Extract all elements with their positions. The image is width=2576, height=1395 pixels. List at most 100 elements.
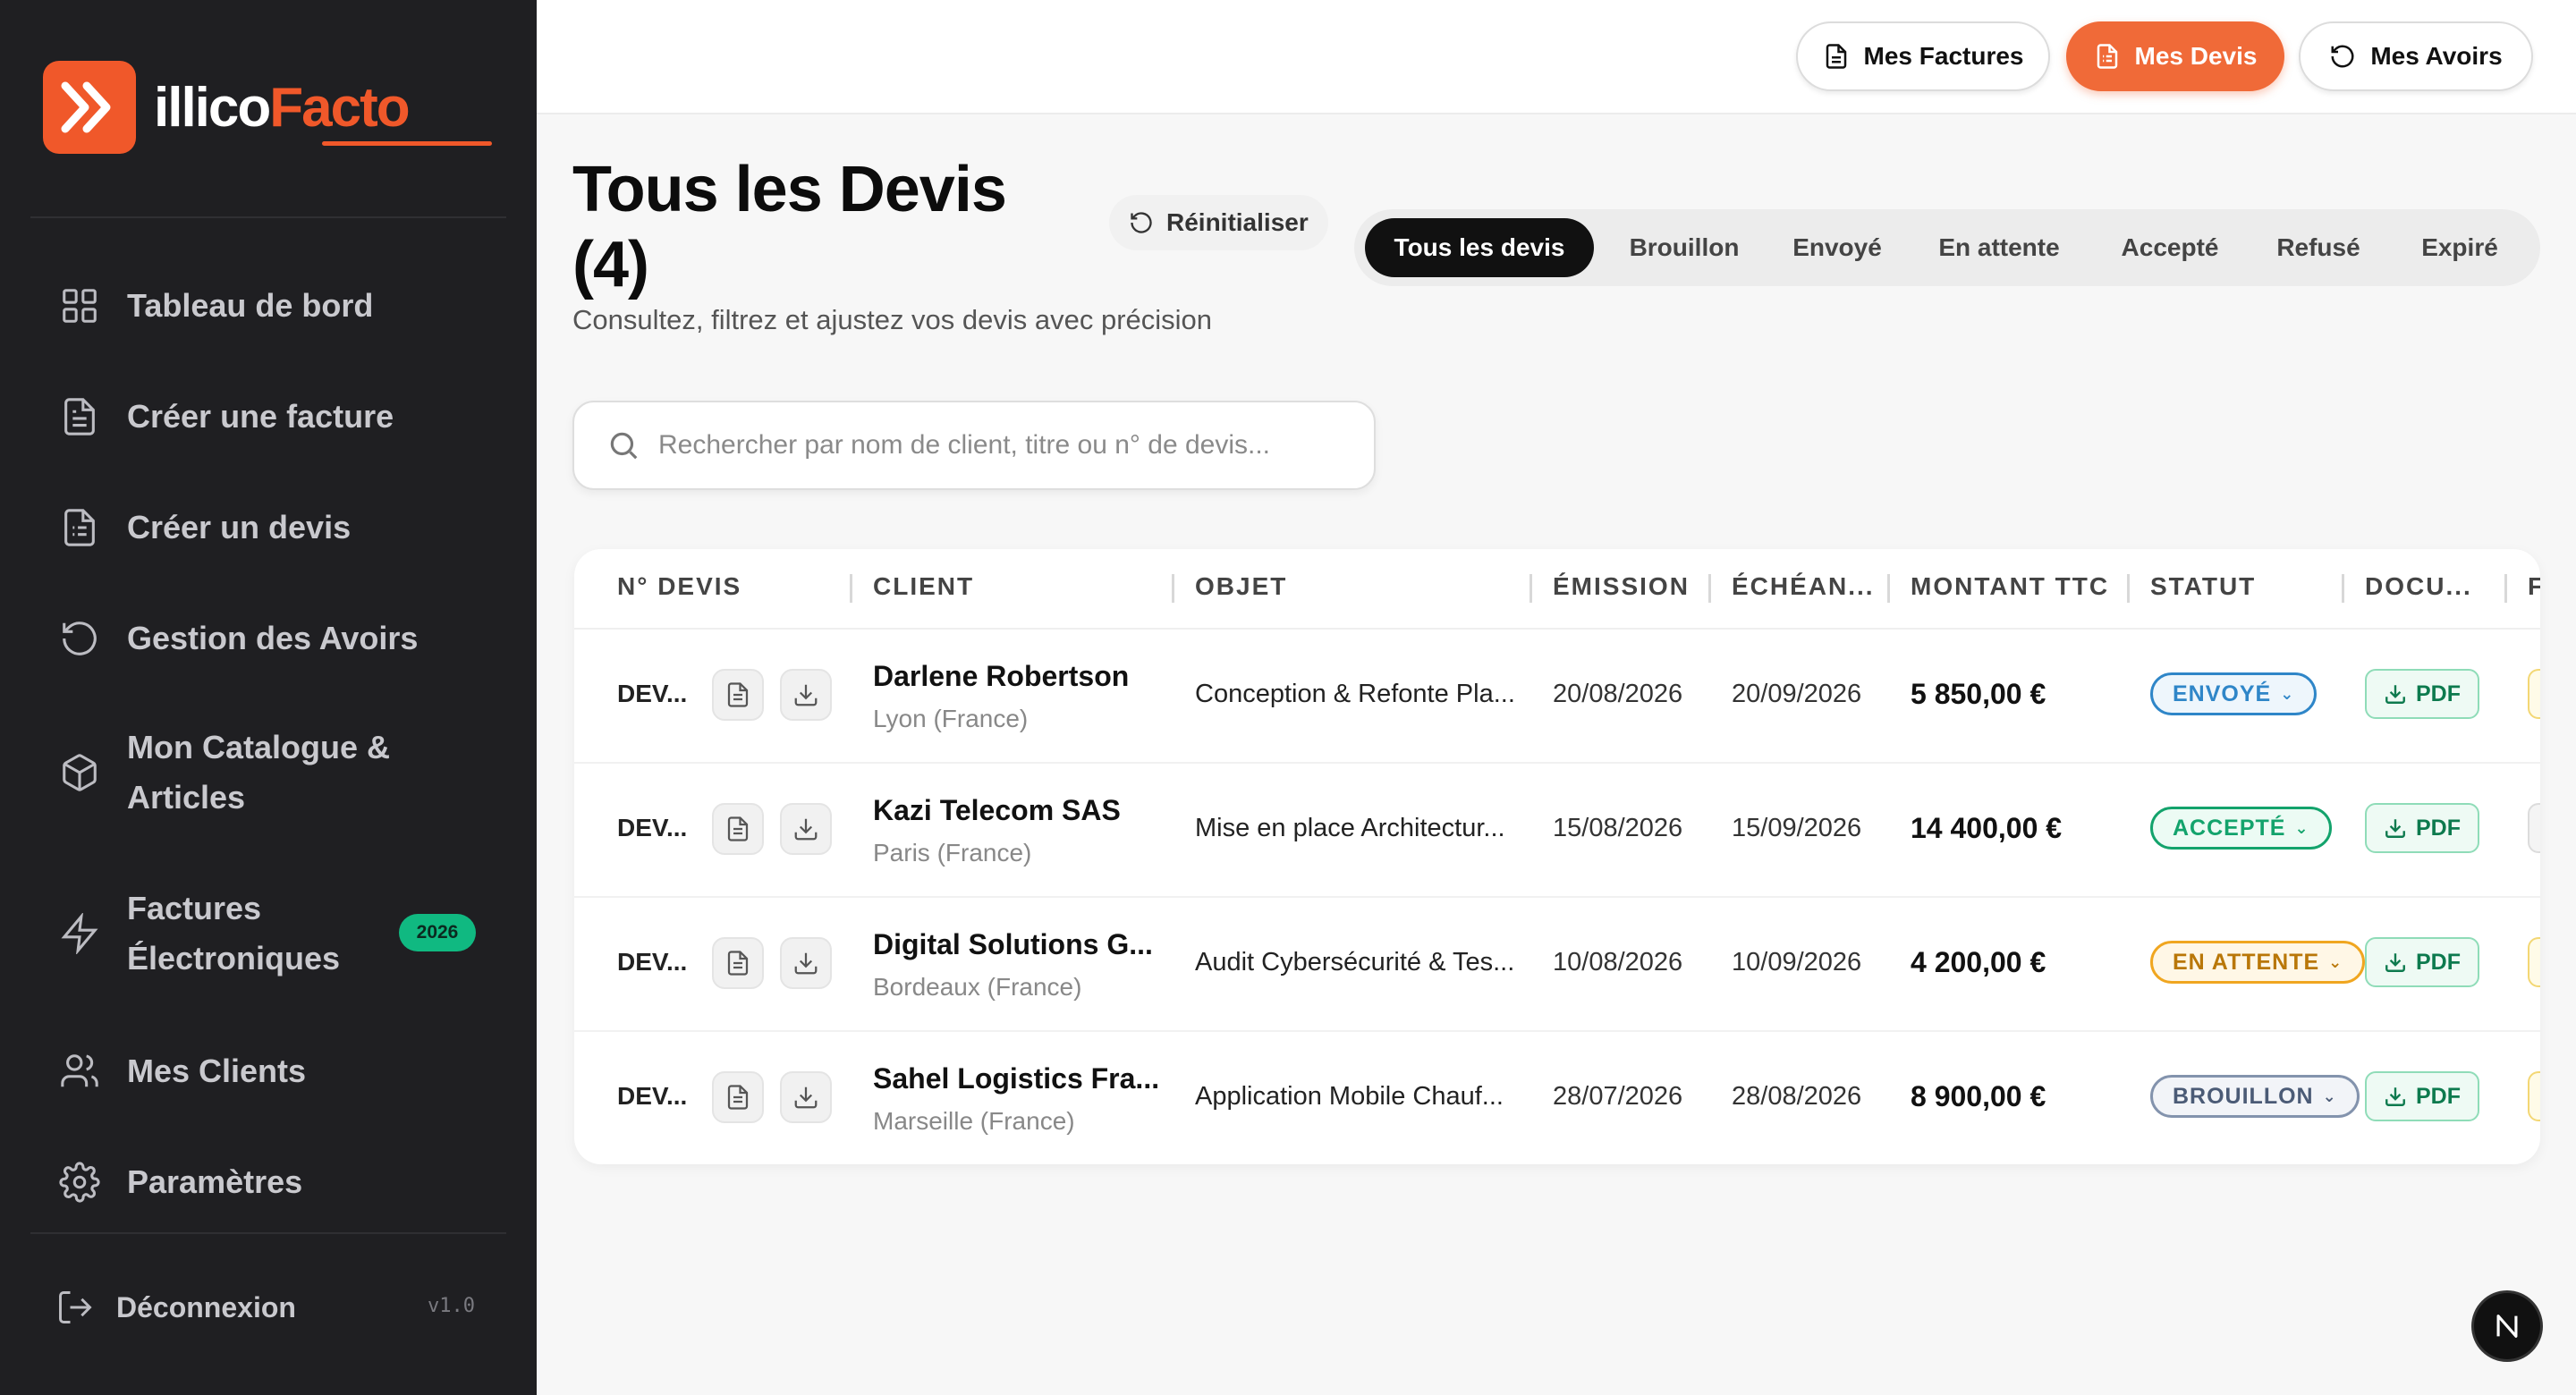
table-row[interactable]: DEV... Sahel Logistics Fra... Marseille …: [574, 1032, 2540, 1164]
tab-sent[interactable]: Envoyé: [1775, 218, 1900, 277]
column-resizer[interactable]: [1887, 574, 1890, 603]
sidebar-item-create-quote[interactable]: Créer un devis: [59, 503, 351, 553]
document-icon: [727, 951, 749, 976]
sidebar-item-catalog[interactable]: Mon Catalogue & Articles: [59, 723, 390, 823]
pdf-download-button[interactable]: PDF: [2365, 1071, 2479, 1121]
column-header-subject[interactable]: OBJET: [1195, 572, 1287, 601]
quote-number[interactable]: DEV...: [617, 680, 687, 708]
table-row[interactable]: DEV... Kazi Telecom SAS Paris (France) M…: [574, 764, 2540, 898]
quote-number[interactable]: DEV...: [617, 948, 687, 976]
quotes-table: N° DEVIS CLIENT OBJET ÉMISSION ÉCHÉAN...…: [574, 549, 2540, 1164]
status-dropdown[interactable]: BROUILLON ⌄: [2150, 1075, 2360, 1118]
sidebar-item-label: Mon Catalogue & Articles: [127, 723, 390, 823]
client-name[interactable]: Kazi Telecom SAS: [873, 794, 1121, 827]
pdf-label: PDF: [2416, 681, 2461, 706]
tab-all-quotes[interactable]: Tous les devis: [1365, 218, 1594, 277]
table-row[interactable]: DEV... Digital Solutions G... Bordeaux (…: [574, 898, 2540, 1032]
column-resizer[interactable]: [1172, 574, 1174, 603]
my-quotes-label: Mes Devis: [2134, 42, 2258, 70]
tab-refused[interactable]: Refusé: [2256, 218, 2381, 277]
due-date: 15/09/2026: [1732, 814, 1862, 842]
chevron-down-icon: ⌄: [2328, 952, 2343, 971]
document-icon: [727, 816, 749, 841]
sidebar-divider: [30, 1232, 506, 1234]
client-name[interactable]: Sahel Logistics Fra...: [873, 1062, 1159, 1095]
sidebar-item-e-invoices[interactable]: Factures Électroniques: [59, 884, 340, 984]
lightning-icon: [61, 913, 98, 954]
action-button-partial[interactable]: [2528, 669, 2540, 719]
quote-number[interactable]: DEV...: [617, 1082, 687, 1111]
sidebar-item-label: Créer une facture: [127, 398, 394, 435]
status-dropdown[interactable]: EN ATTENTE ⌄: [2150, 941, 2366, 984]
download-icon: [794, 952, 818, 975]
sidebar-item-settings[interactable]: Paramètres: [59, 1157, 302, 1207]
download-button[interactable]: [780, 1071, 832, 1123]
pdf-download-button[interactable]: PDF: [2365, 669, 2479, 719]
view-document-button[interactable]: [712, 1071, 764, 1123]
logout-button[interactable]: Déconnexion: [55, 1288, 296, 1327]
sidebar-item-label: Factures Électroniques: [127, 884, 340, 984]
page-title-line1: Tous les Devis: [572, 154, 1007, 225]
column-header-client[interactable]: CLIENT: [873, 572, 974, 601]
view-document-button[interactable]: [712, 669, 764, 721]
status-dropdown[interactable]: ACCEPTÉ ⌄: [2150, 807, 2332, 850]
tab-accepted[interactable]: Accepté: [2098, 218, 2241, 277]
download-icon: [2385, 819, 2405, 838]
amount-ttc: 5 850,00 €: [1911, 678, 2046, 710]
table-row[interactable]: DEV... Darlene Robertson Lyon (France) C…: [574, 630, 2540, 764]
due-date: 10/09/2026: [1732, 948, 1862, 976]
sidebar-item-label: Gestion des Avoirs: [127, 620, 419, 656]
dev-tools-badge[interactable]: [2474, 1293, 2540, 1359]
column-header-amount[interactable]: MONTANT TTC: [1911, 572, 2109, 601]
tab-expired[interactable]: Expiré: [2397, 218, 2522, 277]
tab-draft[interactable]: Brouillon: [1608, 218, 1760, 277]
column-resizer[interactable]: [1708, 574, 1711, 603]
my-credit-notes-button[interactable]: Mes Avoirs: [2299, 21, 2533, 91]
action-button-partial[interactable]: [2528, 937, 2540, 987]
document-list-icon: [64, 509, 95, 546]
sidebar-item-clients[interactable]: Mes Clients: [59, 1046, 306, 1096]
download-button[interactable]: [780, 937, 832, 989]
pdf-download-button[interactable]: PDF: [2365, 803, 2479, 853]
rotate-ccw-icon: [63, 621, 97, 655]
client-name[interactable]: Darlene Robertson: [873, 660, 1129, 693]
column-header-issue-date[interactable]: ÉMISSION: [1553, 572, 1690, 601]
column-resizer[interactable]: [850, 574, 852, 603]
view-document-button[interactable]: [712, 937, 764, 989]
action-button-partial[interactable]: [2528, 803, 2540, 853]
action-button-partial[interactable]: [2528, 1071, 2540, 1121]
client-name[interactable]: Digital Solutions G...: [873, 928, 1153, 961]
issue-date: 28/07/2026: [1553, 1082, 1683, 1111]
column-resizer[interactable]: [1530, 574, 1532, 603]
column-header-extra[interactable]: F: [2528, 572, 2540, 601]
column-resizer[interactable]: [2127, 574, 2130, 603]
rotate-ccw-icon: [1131, 212, 1152, 233]
rotate-ccw-icon: [2331, 45, 2354, 68]
app-version: v1.0: [428, 1295, 475, 1317]
quote-number[interactable]: DEV...: [617, 814, 687, 842]
column-header-number[interactable]: N° DEVIS: [617, 572, 741, 601]
column-header-status[interactable]: STATUT: [2150, 572, 2256, 601]
download-button[interactable]: [780, 803, 832, 855]
column-header-due-date[interactable]: ÉCHÉAN...: [1732, 572, 1875, 601]
my-quotes-button[interactable]: Mes Devis: [2066, 21, 2284, 91]
app-logo[interactable]: illicoFacto: [43, 61, 411, 154]
column-resizer[interactable]: [2504, 574, 2507, 603]
sidebar-item-create-invoice[interactable]: Créer une facture: [59, 392, 394, 442]
tab-pending[interactable]: En attente: [1914, 218, 2084, 277]
download-button[interactable]: [780, 669, 832, 721]
reset-filters-button[interactable]: Réinitialiser: [1109, 195, 1328, 250]
pdf-download-button[interactable]: PDF: [2365, 937, 2479, 987]
sidebar-item-credit-notes[interactable]: Gestion des Avoirs: [59, 613, 418, 664]
quote-subject: Application Mobile Chauf...: [1195, 1082, 1504, 1111]
column-header-documents[interactable]: DOCU...: [2365, 572, 2472, 601]
logo-underline: [322, 141, 492, 146]
table-header: N° DEVIS CLIENT OBJET ÉMISSION ÉCHÉAN...…: [574, 549, 2540, 630]
download-icon: [2385, 1087, 2405, 1106]
search-input[interactable]: [658, 430, 1356, 461]
view-document-button[interactable]: [712, 803, 764, 855]
my-invoices-button[interactable]: Mes Factures: [1796, 21, 2050, 91]
sidebar-item-dashboard[interactable]: Tableau de bord: [59, 281, 373, 331]
status-dropdown[interactable]: ENVOYÉ ⌄: [2150, 672, 2318, 715]
column-resizer[interactable]: [2342, 574, 2344, 603]
